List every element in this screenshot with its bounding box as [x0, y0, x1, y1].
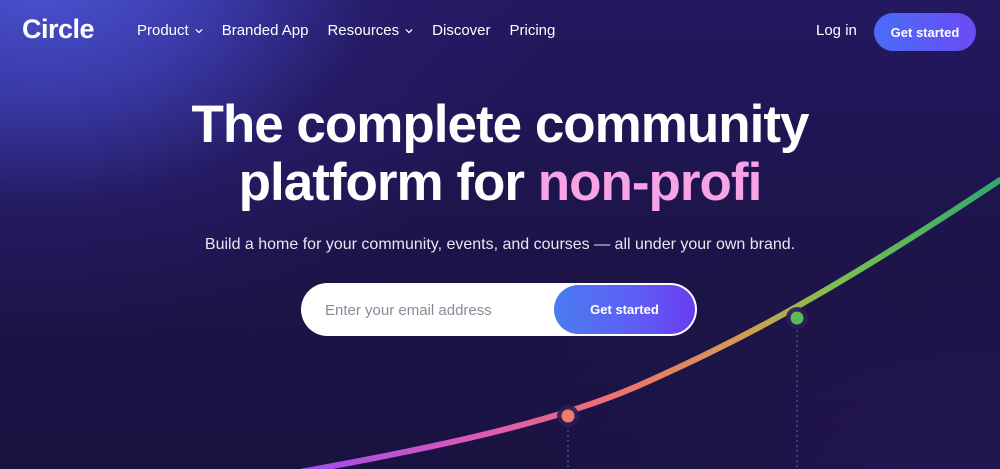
curve-point	[790, 311, 804, 325]
nav-item-branded-app[interactable]: Branded App	[222, 22, 309, 39]
hero-title-accent: non-profi	[537, 153, 763, 212]
nav-item-label: Pricing	[509, 22, 556, 39]
curve-point	[561, 409, 575, 423]
nav-item-discover[interactable]: Discover	[432, 22, 490, 39]
nav-item-label: Resources	[327, 22, 400, 39]
nav-item-resources[interactable]: Resources	[327, 22, 413, 39]
nav-item-label: Branded App	[221, 22, 309, 39]
growth-curve-graphic	[299, 177, 1000, 469]
signup-form: Get started	[301, 283, 697, 338]
hero-subtitle: Build a home for your community, events,…	[204, 236, 796, 253]
email-input[interactable]	[323, 283, 547, 338]
login-link[interactable]: Log in	[816, 22, 857, 39]
chevron-down-icon	[405, 28, 413, 33]
hero-title: The complete community platform for non-…	[0, 96, 1000, 212]
hero-title-line1: The complete community	[191, 95, 809, 154]
nav-item-label: Product	[137, 22, 189, 39]
nav-item-pricing[interactable]: Pricing	[510, 22, 556, 39]
get-started-button[interactable]: Get started	[874, 13, 976, 51]
chevron-down-icon	[195, 28, 203, 33]
nav-item-product[interactable]: Product	[137, 22, 203, 39]
top-navigation: Circle Product Branded App Resources Dis…	[0, 0, 1000, 64]
hero-title-line2-prefix: platform for	[238, 153, 538, 212]
nav-item-label: Discover	[432, 22, 491, 39]
signup-get-started-button[interactable]: Get started	[554, 285, 695, 334]
nav-links: Product Branded App Resources Discover P…	[137, 22, 574, 39]
circle-logo[interactable]: Circle	[22, 14, 95, 45]
